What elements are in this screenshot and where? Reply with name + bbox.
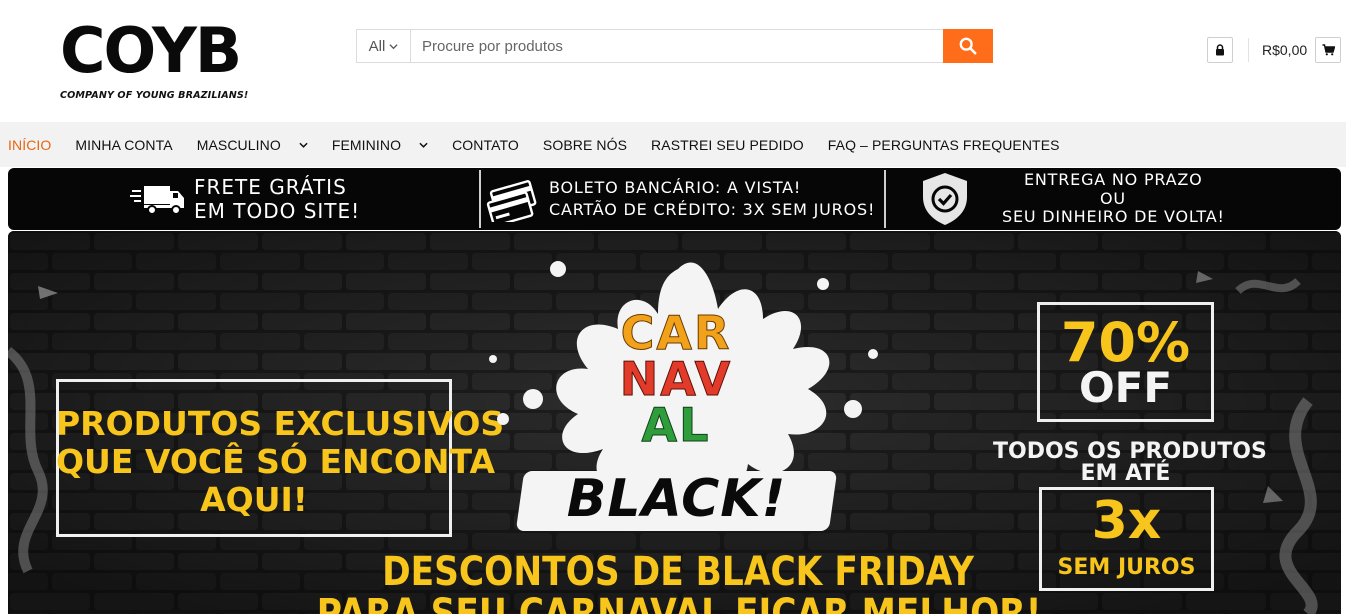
nav-item-label: RASTREI SEU PEDIDO xyxy=(651,136,804,153)
installments-value: 3x xyxy=(1091,491,1162,551)
nav-item-rastrei-pedido[interactable]: RASTREI SEU PEDIDO xyxy=(651,137,804,153)
search-input[interactable] xyxy=(411,30,943,62)
search-category-value: All xyxy=(368,37,386,55)
exclusive-line2: QUE VOCÊ SÓ ENCONTA xyxy=(56,442,495,481)
search-bar: All xyxy=(356,29,993,63)
lock-icon xyxy=(1216,44,1224,56)
site-logo[interactable]: COYB COMPANY OF YOUNG BRAZILIANS! xyxy=(60,20,250,106)
logo-tagline: COMPANY OF YOUNG BRAZILIANS! xyxy=(60,90,249,101)
exclusive-line1: PRODUTOS EXCLUSIVOS xyxy=(56,404,505,443)
logo-text: COYB xyxy=(60,14,242,87)
chevron-down-icon xyxy=(389,43,398,49)
account-button[interactable] xyxy=(1207,37,1233,63)
nav-item-label: FEMININO xyxy=(331,136,402,153)
credit-card-icon xyxy=(486,180,537,222)
shipping-line1: FRETE GRÁTIS xyxy=(194,175,347,199)
cart-icon xyxy=(1322,44,1335,56)
search-icon xyxy=(959,37,977,55)
carnaval-word3: AL xyxy=(606,398,746,453)
exclusive-line3: AQUI! xyxy=(200,480,308,519)
chevron-down-icon xyxy=(419,142,428,148)
info-separator xyxy=(884,170,886,228)
shield-check-icon xyxy=(923,173,967,225)
carnaval-word3-text: AL xyxy=(641,398,711,453)
payment-line1: BOLETO BANCÁRIO: A VISTA! xyxy=(549,178,802,197)
black-friday-line2: PARA SEU CARNAVAL FICAR MELHOR! xyxy=(316,591,1042,614)
nav-item-feminino[interactable]: FEMININO xyxy=(332,137,428,153)
search-category-select[interactable]: All xyxy=(357,30,411,62)
truck-icon xyxy=(130,186,184,215)
black-friday-line1: DESCONTOS DE BLACK FRIDAY xyxy=(382,549,974,595)
nav-item-minha-conta[interactable]: MINHA CONTA xyxy=(75,137,172,153)
search-button[interactable] xyxy=(943,29,993,63)
site-header: COYB COMPANY OF YOUNG BRAZILIANS! All R$… xyxy=(0,0,1346,122)
nav-item-contato[interactable]: CONTATO xyxy=(452,137,519,153)
shipping-line2: EM TODO SITE! xyxy=(194,199,361,223)
nav-item-label: CONTATO xyxy=(452,136,519,153)
chevron-down-icon xyxy=(299,142,308,148)
guarantee-line2: OU xyxy=(1100,189,1126,208)
cart-button[interactable] xyxy=(1315,37,1341,63)
guarantee-line3: SEU DINHEIRO DE VOLTA! xyxy=(1002,207,1225,226)
info-bar: FRETE GRÁTIS EM TODO SITE! BOLETO BANCÁR… xyxy=(8,168,1341,230)
nav-item-inicio[interactable]: INÍCIO xyxy=(8,137,51,153)
nav-item-masculino[interactable]: MASCULINO xyxy=(197,137,308,153)
header-divider xyxy=(1248,38,1249,62)
nav-item-label: MASCULINO xyxy=(196,136,281,153)
nav-item-label: MINHA CONTA xyxy=(75,136,173,153)
nav-item-label: SOBRE NÓS xyxy=(542,136,628,153)
nav-item-label: INÍCIO xyxy=(8,136,52,153)
info-separator xyxy=(479,170,481,228)
cart-total[interactable]: R$0,00 xyxy=(1262,42,1307,58)
discount-label: OFF xyxy=(1078,363,1173,412)
nav-item-faq[interactable]: FAQ – PERGUNTAS FREQUENTES xyxy=(828,137,1060,153)
installments-label: SEM JUROS xyxy=(1057,555,1196,580)
nav-item-sobre-nos[interactable]: SOBRE NÓS xyxy=(543,137,627,153)
all-products-line2: EM ATÉ xyxy=(1080,461,1171,486)
black-label: BLACK! xyxy=(566,469,787,529)
hero-banner[interactable]: PRODUTOS EXCLUSIVOS QUE VOCÊ SÓ ENCONTA … xyxy=(8,231,1341,614)
nav-item-label: FAQ – PERGUNTAS FREQUENTES xyxy=(827,136,1060,153)
payment-line2: CARTÃO DE CRÉDITO: 3X SEM JUROS! xyxy=(549,200,876,219)
main-nav: INÍCIO MINHA CONTA MASCULINO FEMININO CO… xyxy=(0,122,1346,167)
guarantee-line1: ENTREGA NO PRAZO xyxy=(1024,170,1203,189)
